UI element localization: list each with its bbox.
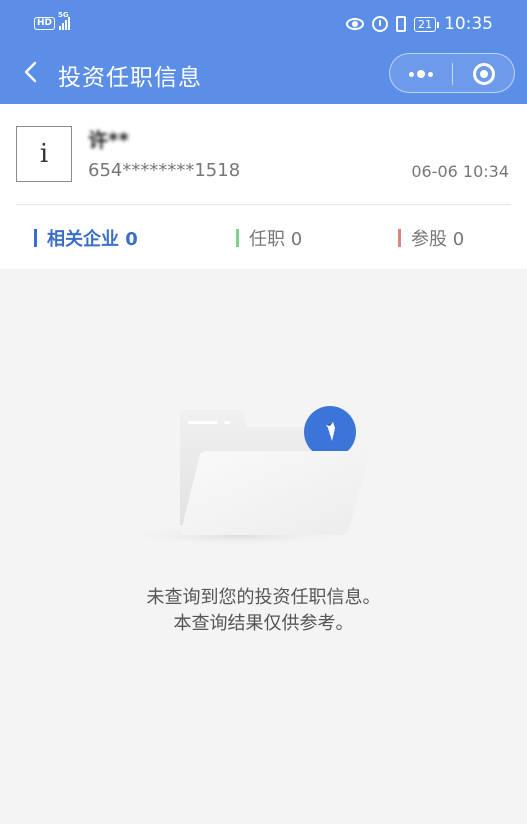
tab-shareholdings[interactable]: 参股 0 xyxy=(398,226,464,250)
tab-positions[interactable]: 任职 0 xyxy=(236,226,302,250)
empty-folder-illustration xyxy=(120,406,371,547)
target-icon xyxy=(473,63,495,85)
divider xyxy=(16,204,511,205)
close-miniprogram-button[interactable] xyxy=(453,54,515,94)
more-button[interactable] xyxy=(390,54,452,94)
vibrate-icon xyxy=(396,16,406,32)
tab-label: 任职 0 xyxy=(249,229,303,250)
tab-indicator xyxy=(34,229,37,247)
eye-icon xyxy=(346,18,364,30)
dot-icon xyxy=(417,70,425,78)
avatar: i xyxy=(16,126,72,182)
tab-indicator xyxy=(398,229,401,247)
chevron-left-icon xyxy=(24,61,37,83)
person-card: i 许** 654********1518 06-06 10:34 相关企业 0… xyxy=(0,104,527,269)
tab-indicator xyxy=(236,229,239,247)
person-name: 许** xyxy=(88,128,129,152)
alarm-icon xyxy=(372,16,388,32)
status-right: 21 10:35 xyxy=(346,14,493,34)
network-type: 5G xyxy=(58,11,69,19)
header: HD 5G 21 10:35 投资任职信息 xyxy=(0,0,527,104)
empty-disclaimer: 本查询结果仅供参考。 xyxy=(173,613,354,634)
id-number: 654********1518 xyxy=(88,160,241,181)
page-title: 投资任职信息 xyxy=(58,65,202,91)
tab-label: 参股 0 xyxy=(411,229,465,250)
signal-icon: 5G xyxy=(58,11,71,30)
miniprogram-capsule xyxy=(389,53,515,93)
navbar: 投资任职信息 xyxy=(0,50,527,104)
clock: 10:35 xyxy=(444,14,493,34)
dot-icon xyxy=(428,71,433,77)
status-bar: HD 5G 21 10:35 xyxy=(0,0,527,50)
back-button[interactable] xyxy=(18,58,46,86)
update-time: 06-06 10:34 xyxy=(411,162,509,181)
tab-label: 相关企业 0 xyxy=(47,229,138,250)
status-left: HD 5G xyxy=(34,11,71,30)
hd-badge: HD xyxy=(34,16,56,30)
dot-icon xyxy=(409,71,414,77)
battery-icon: 21 xyxy=(414,16,439,32)
empty-message: 未查询到您的投资任职信息。 xyxy=(146,587,381,608)
tab-related-companies[interactable]: 相关企业 0 xyxy=(34,226,138,250)
